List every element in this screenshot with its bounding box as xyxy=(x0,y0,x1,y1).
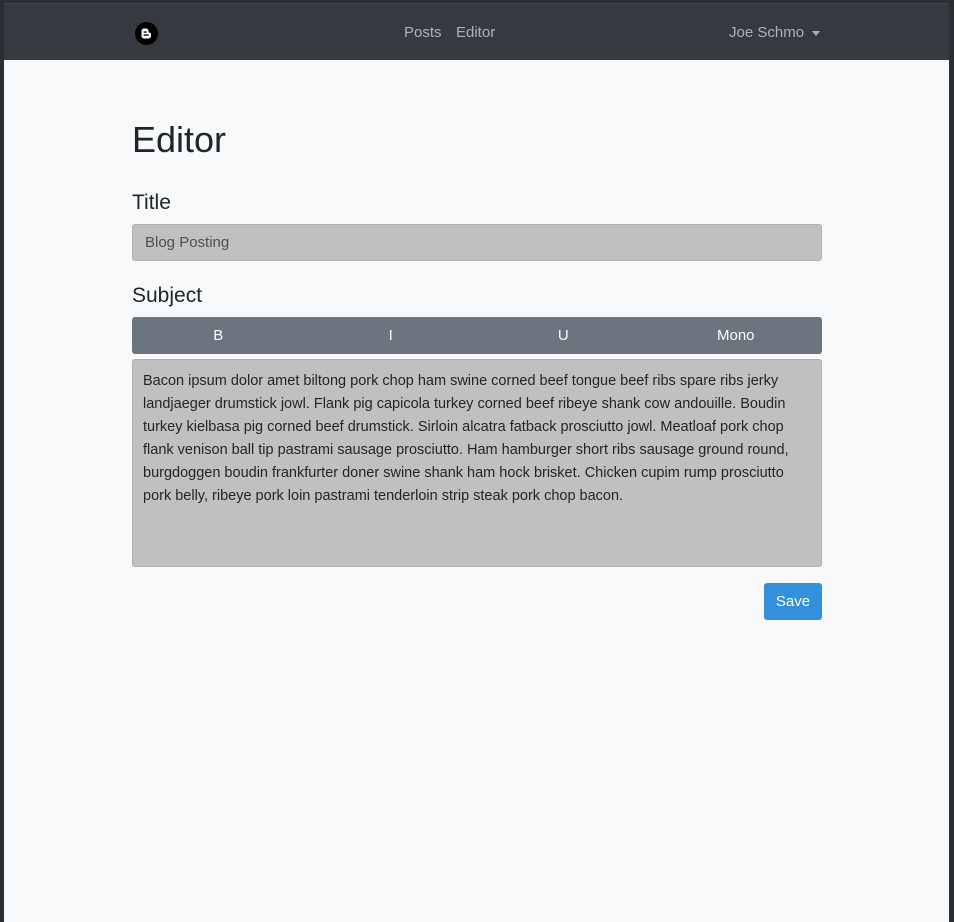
nav-link-editor[interactable]: Editor xyxy=(456,24,495,41)
save-button[interactable]: Save xyxy=(764,583,822,620)
subject-label: Subject xyxy=(132,284,203,307)
subject-textarea[interactable]: Bacon ipsum dolor amet biltong pork chop… xyxy=(132,359,822,567)
nav-link-posts[interactable]: Posts xyxy=(404,24,442,41)
bold-button[interactable]: B xyxy=(132,317,305,354)
user-name: Joe Schmo xyxy=(729,24,805,41)
page-title: Editor xyxy=(132,119,227,160)
blogger-glyph xyxy=(141,28,151,39)
italic-button[interactable]: I xyxy=(305,317,478,354)
caret-down-icon xyxy=(812,30,821,36)
underline-button[interactable]: U xyxy=(477,317,650,354)
app-window: Posts Editor Joe Schmo Editor Title Subj… xyxy=(4,3,949,922)
title-input[interactable] xyxy=(132,224,822,261)
mono-button[interactable]: Mono xyxy=(650,317,823,354)
blogger-icon[interactable] xyxy=(135,22,158,45)
navbar: Posts Editor Joe Schmo xyxy=(4,3,949,60)
format-toolbar: B I U Mono xyxy=(132,317,822,354)
user-menu-dropdown[interactable]: Joe Schmo xyxy=(729,24,821,41)
title-label: Title xyxy=(132,191,171,214)
